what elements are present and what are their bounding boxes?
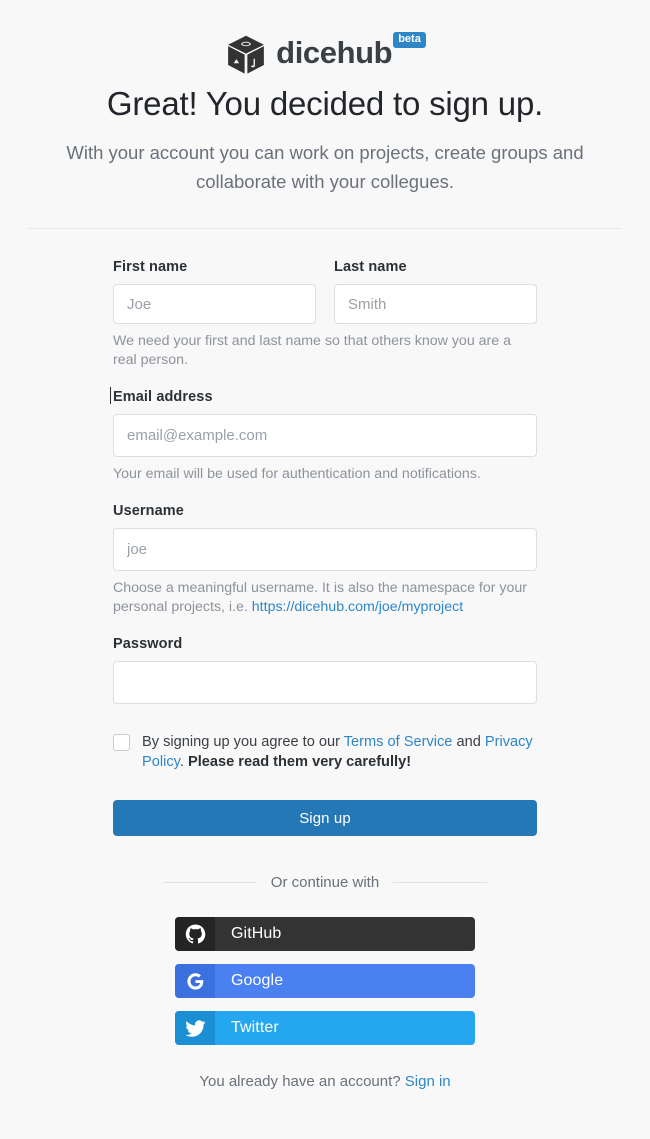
or-continue-label: Or continue with: [270, 874, 380, 891]
first-name-input[interactable]: [113, 284, 316, 324]
page-title: Great! You decided to sign up.: [106, 85, 544, 122]
username-hint: Choose a meaningful username. It is also…: [113, 579, 537, 617]
email-label: Email address: [110, 387, 537, 405]
username-group: Username Choose a meaningful username. I…: [113, 503, 537, 617]
email-input[interactable]: [113, 414, 537, 457]
brand-name: dicehub: [276, 35, 393, 70]
signin-question: You already have an account?: [199, 1073, 405, 1090]
terms-punct: .: [179, 754, 188, 770]
google-login-button[interactable]: Google: [175, 964, 475, 998]
signup-form: First name Last name We need your first …: [110, 229, 537, 1090]
beta-badge: beta: [393, 32, 426, 48]
google-icon: [175, 964, 215, 998]
password-group: Password: [113, 636, 537, 704]
namespace-example-link[interactable]: https://dicehub.com/joe/myproject: [252, 599, 463, 615]
google-login-label: Google: [231, 972, 284, 989]
sign-up-button[interactable]: Sign up: [113, 800, 537, 836]
username-input[interactable]: [113, 528, 537, 571]
twitter-login-button[interactable]: Twitter: [175, 1011, 475, 1045]
github-icon: [175, 917, 215, 951]
social-login-list: GitHub Google Twitter: [113, 917, 537, 1045]
github-login-label: GitHub: [231, 925, 282, 942]
name-row: First name Last name: [113, 259, 537, 324]
last-name-input[interactable]: [334, 284, 537, 324]
twitter-icon: [175, 1011, 215, 1045]
sign-in-link[interactable]: Sign in: [405, 1073, 451, 1090]
terms-text: By signing up you agree to our Terms of …: [142, 732, 537, 772]
email-hint: Your email will be used for authenticati…: [113, 466, 481, 482]
terms-checkbox[interactable]: [113, 734, 130, 751]
terms-of-service-link[interactable]: Terms of Service: [344, 734, 453, 750]
terms-prefix: By signing up you agree to our: [142, 734, 344, 750]
terms-emphasis: Please read them very carefully!: [187, 754, 412, 770]
dice-cube-icon: [224, 31, 268, 77]
first-name-group: First name: [113, 259, 316, 324]
twitter-login-label: Twitter: [231, 1019, 279, 1036]
email-group: Email address Your email will be used fo…: [110, 387, 537, 484]
username-label: Username: [113, 503, 184, 519]
or-continue-divider: Or continue with: [113, 874, 537, 891]
brand-header: dicehub beta: [0, 0, 650, 74]
terms-row: By signing up you agree to our Terms of …: [113, 732, 537, 772]
terms-middle: and: [452, 734, 485, 750]
first-name-label: First name: [113, 259, 188, 275]
password-label: Password: [113, 636, 183, 652]
divider-line-left: [162, 882, 257, 883]
password-input[interactable]: [113, 661, 537, 704]
divider-line-right: [393, 882, 488, 883]
signup-page: dicehub beta Great! You decided to sign …: [0, 0, 650, 1139]
last-name-label: Last name: [334, 259, 407, 275]
signin-prompt: You already have an account? Sign in: [113, 1073, 537, 1090]
name-hint: We need your first and last name so that…: [113, 333, 511, 368]
github-login-button[interactable]: GitHub: [175, 917, 475, 951]
page-subtitle: With your account you can work on projec…: [66, 142, 584, 192]
last-name-group: Last name: [334, 259, 537, 324]
